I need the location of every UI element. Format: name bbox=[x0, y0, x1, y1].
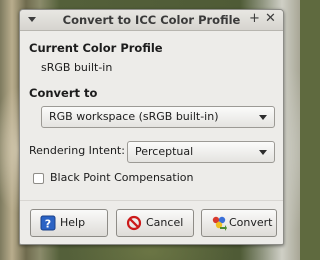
svg-text:?: ? bbox=[45, 218, 51, 231]
cancel-icon bbox=[126, 215, 142, 231]
window-title: Convert to ICC Color Profile bbox=[62, 13, 241, 27]
convert-button[interactable]: Convert bbox=[201, 209, 277, 237]
rendering-intent-label: Rendering Intent: bbox=[29, 144, 125, 157]
convert-to-heading: Convert to bbox=[29, 86, 98, 100]
chevron-down-icon bbox=[259, 150, 267, 155]
rendering-intent-dropdown[interactable]: Perceptual bbox=[127, 141, 275, 163]
convert-icon bbox=[212, 216, 227, 231]
cancel-button-label: Cancel bbox=[146, 216, 184, 229]
close-icon[interactable]: ✕ bbox=[265, 12, 276, 26]
current-profile-heading: Current Color Profile bbox=[29, 41, 163, 55]
rendering-intent-selected: Perceptual bbox=[135, 145, 194, 158]
help-icon: ? bbox=[40, 215, 56, 231]
button-separator bbox=[20, 200, 283, 201]
convert-icc-dialog: Convert to ICC Color Profile + ✕ Current… bbox=[19, 9, 284, 245]
black-point-checkbox[interactable] bbox=[33, 173, 44, 184]
convert-to-selected: RGB workspace (sRGB built-in) bbox=[49, 110, 219, 123]
convert-button-label: Convert bbox=[229, 216, 273, 229]
help-button-label: Help bbox=[60, 216, 86, 229]
black-point-label[interactable]: Black Point Compensation bbox=[50, 171, 193, 184]
current-profile-value: sRGB built-in bbox=[41, 61, 113, 74]
help-button[interactable]: ? Help bbox=[30, 209, 108, 237]
title-bar[interactable]: Convert to ICC Color Profile + ✕ bbox=[20, 10, 283, 31]
chevron-down-icon bbox=[259, 115, 267, 120]
convert-to-dropdown[interactable]: RGB workspace (sRGB built-in) bbox=[41, 106, 275, 128]
pin-icon[interactable]: + bbox=[249, 12, 260, 26]
cancel-button[interactable]: Cancel bbox=[116, 209, 194, 237]
